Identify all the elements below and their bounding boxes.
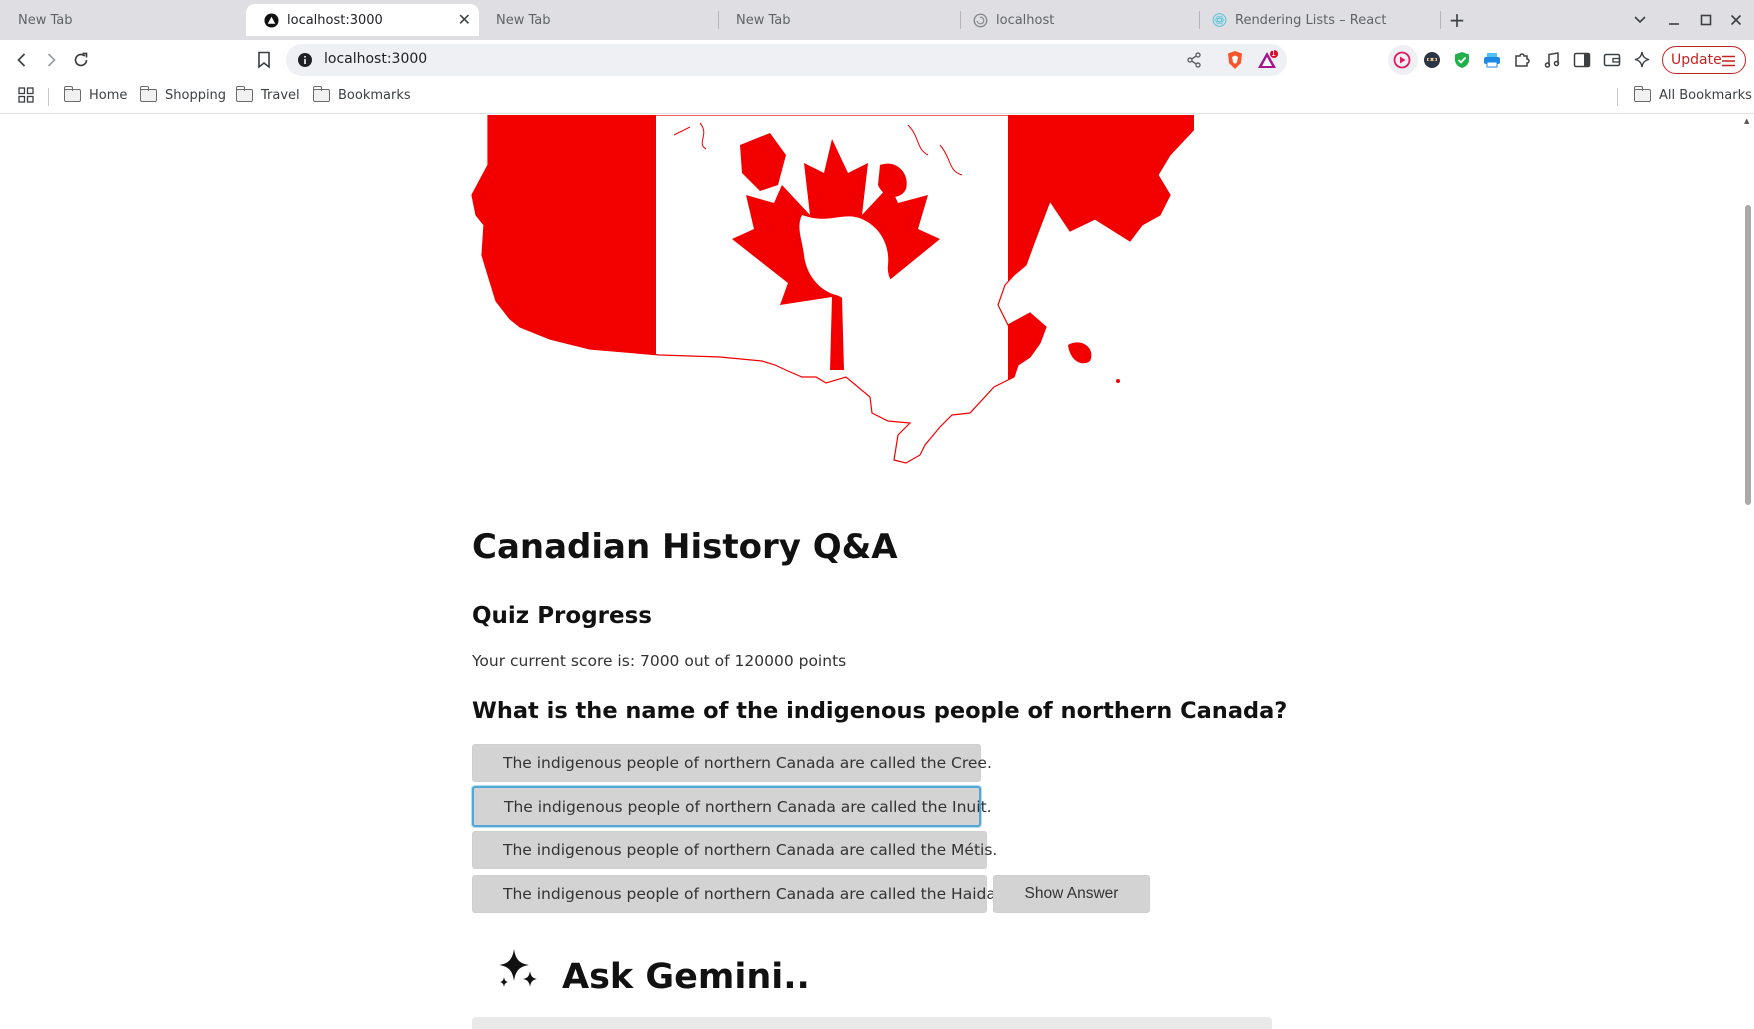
triangle-logo-icon [264, 12, 279, 28]
share-icon[interactable] [1186, 52, 1202, 72]
maximize-icon[interactable] [1692, 6, 1720, 34]
tab-new-2[interactable]: New Tab [478, 4, 716, 36]
bookmark-label: Travel [261, 88, 300, 103]
bookmark-label: Bookmarks [338, 88, 411, 103]
answer-button-haida[interactable]: The indigenous people of northern Canada… [472, 875, 1001, 913]
bookmark-shopping[interactable]: Shopping [139, 86, 227, 103]
sidebar-toggle-icon[interactable] [1571, 49, 1593, 71]
tab-title: localhost:3000 [287, 12, 383, 28]
incognito-extension-icon[interactable] [1421, 49, 1443, 71]
bookmark-bookmarks[interactable]: Bookmarks [312, 86, 411, 103]
canada-flag-map-image [471, 115, 1194, 464]
notification-badge: 1 [1271, 49, 1277, 58]
gemini-prompt-input[interactable] [472, 1017, 1272, 1029]
question-text: What is the name of the indigenous peopl… [472, 698, 1288, 724]
forward-icon[interactable] [37, 46, 65, 74]
minimize-icon[interactable] [1660, 6, 1688, 34]
folder-icon [235, 86, 253, 102]
bookmark-icon[interactable] [250, 46, 278, 74]
answer-button-cree[interactable]: The indigenous people of northern Canada… [472, 744, 992, 782]
all-bookmarks-label: All Bookmarks [1659, 88, 1752, 103]
show-answer-button[interactable]: Show Answer [993, 875, 1150, 913]
bookmarks-divider [48, 88, 49, 106]
url-text: localhost:3000 [324, 51, 428, 67]
scrollbar-thumb[interactable] [1745, 205, 1751, 505]
sparkle-icon [499, 949, 537, 987]
menu-icon [1721, 55, 1736, 71]
all-bookmarks[interactable]: All Bookmarks [1633, 86, 1752, 103]
tab-title: New Tab [736, 12, 791, 28]
answer-button-inuit[interactable]: The indigenous people of northern Canada… [472, 786, 992, 827]
back-icon[interactable] [8, 46, 36, 74]
page-viewport: Canadian History Q&A Quiz Progress Your … [0, 115, 1742, 1029]
quiz-progress-heading: Quiz Progress [472, 603, 652, 629]
update-button[interactable]: Update [1662, 46, 1746, 74]
page-scrollbar[interactable]: ▲ [1742, 115, 1754, 1029]
tab-title: Rendering Lists – React [1235, 12, 1387, 28]
print-extension-icon[interactable] [1481, 49, 1503, 71]
bookmark-label: Home [89, 88, 128, 103]
tab-title: New Tab [496, 12, 551, 28]
browser-toolbar: localhost:3000 1 Update [0, 40, 1754, 80]
wallet-icon[interactable] [1601, 49, 1623, 71]
page-title: Canadian History Q&A [472, 527, 898, 567]
site-info-icon[interactable] [297, 52, 313, 72]
folder-icon [1633, 86, 1651, 102]
tab-rendering-lists[interactable]: Rendering Lists – React [1194, 4, 1438, 36]
address-bar[interactable]: localhost:3000 1 [286, 44, 1287, 76]
ai-sparkle-icon[interactable] [1631, 49, 1653, 71]
bookmark-travel[interactable]: Travel [235, 86, 300, 103]
tab-new-3[interactable]: New Tab [718, 4, 958, 36]
folder-icon [139, 86, 157, 102]
folder-icon [312, 86, 330, 102]
tab-strip: New Tab localhost:3000 ✕ New Tab New Tab… [0, 0, 1754, 40]
brave-rewards-icon[interactable]: 1 [1257, 49, 1279, 74]
apps-grid-icon[interactable] [18, 87, 34, 103]
tab-localhost-3000[interactable]: localhost:3000 ✕ [246, 4, 479, 36]
reload-icon[interactable] [67, 46, 95, 74]
ask-gemini-heading: Ask Gemini.. [562, 957, 810, 997]
music-note-icon[interactable] [1541, 49, 1563, 71]
answer-button-metis[interactable]: The indigenous people of northern Canada… [472, 831, 997, 869]
close-tab-icon[interactable]: ✕ [458, 10, 471, 29]
loading-icon [973, 13, 988, 28]
tab-new-1[interactable]: New Tab [0, 4, 244, 36]
score-text: Your current score is: 7000 out of 12000… [472, 652, 847, 670]
shield-check-icon[interactable] [1451, 49, 1473, 71]
scroll-up-arrow-icon[interactable]: ▲ [1744, 117, 1749, 125]
tab-separator [1440, 11, 1441, 29]
media-play-icon[interactable] [1391, 49, 1413, 71]
folder-icon [63, 86, 81, 102]
close-window-icon[interactable] [1722, 6, 1750, 34]
extensions-puzzle-icon[interactable] [1511, 49, 1533, 71]
tab-title: New Tab [18, 12, 73, 28]
bookmarks-bar: Home Shopping Travel Bookmarks All Bookm… [0, 80, 1754, 114]
brave-shield-icon[interactable] [1226, 50, 1244, 74]
tab-localhost[interactable]: localhost [955, 4, 1195, 36]
bookmark-label: Shopping [165, 88, 227, 103]
react-icon [1212, 13, 1227, 28]
tab-title: localhost [996, 12, 1055, 28]
update-label: Update [1671, 52, 1722, 68]
tab-search-chevron-icon[interactable] [1626, 6, 1654, 34]
new-tab-icon[interactable]: + [1443, 6, 1471, 34]
browser-window: New Tab localhost:3000 ✕ New Tab New Tab… [0, 0, 1754, 1029]
bookmark-home[interactable]: Home [63, 86, 128, 103]
bookmarks-divider [1617, 88, 1618, 106]
